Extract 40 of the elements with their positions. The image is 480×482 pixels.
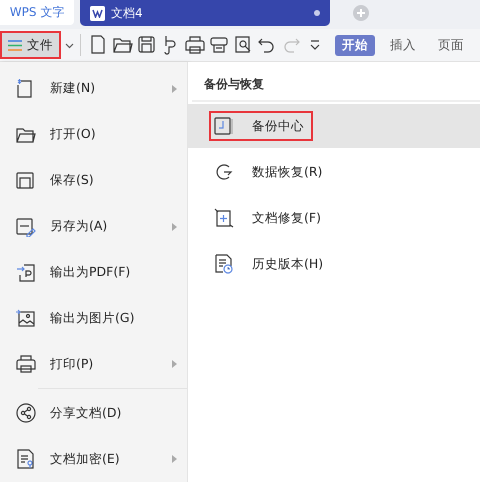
panel-item[interactable]: 文档修复(F) <box>188 196 480 240</box>
document-logo-icon <box>90 6 105 20</box>
menu-item[interactable]: 另存为(A) <box>0 204 187 250</box>
caret-icon[interactable] <box>65 43 74 49</box>
export-pdf-icon <box>16 262 36 282</box>
document-key-icon <box>16 449 36 470</box>
save-icon[interactable] <box>137 35 157 55</box>
save-icon <box>16 170 36 191</box>
menu-item[interactable]: 打开(O) <box>0 112 187 158</box>
print-preview-icon[interactable] <box>233 35 253 55</box>
recover-icon <box>214 162 234 182</box>
export-image-icon <box>16 308 36 328</box>
panel-item[interactable]: 数据恢复(R) <box>188 150 480 194</box>
menu-item[interactable]: 保存(S) <box>0 158 187 204</box>
menu-item[interactable]: 输出为图片(G) <box>0 295 187 342</box>
document-repair-icon <box>214 208 234 228</box>
menu-item[interactable]: 分享文档(D) <box>0 390 187 436</box>
ribbon-tab[interactable]: 插入 <box>383 34 423 56</box>
menu-item[interactable]: 输出为PDF(F) <box>0 250 187 296</box>
panel-item[interactable]: 备份中心 <box>188 104 480 148</box>
save-as-icon <box>16 216 36 237</box>
document-tab[interactable]: 文档4 <box>80 0 330 26</box>
menu-item[interactable]: 新建(N) <box>0 66 187 112</box>
section-title: 备份与恢复 <box>192 62 480 102</box>
print-tray-icon[interactable] <box>209 35 229 55</box>
printer-icon[interactable] <box>185 35 205 55</box>
highlight-frame: 备份中心 <box>214 116 308 136</box>
history-clock-icon <box>214 254 234 274</box>
backup-icon <box>214 116 234 136</box>
menu-item[interactable]: 文档加密(E) <box>0 436 187 482</box>
share-icon <box>16 403 36 424</box>
app-tab[interactable]: WPS 文字 <box>0 0 74 25</box>
file-menu-button[interactable]: 文件 <box>2 33 59 57</box>
printer-icon <box>16 354 36 374</box>
menu-item[interactable]: 打印(P) <box>0 341 187 388</box>
unsaved-dot-icon <box>314 10 320 16</box>
menu-icon <box>8 40 22 50</box>
panel-item[interactable]: 历史版本(H) <box>188 242 480 286</box>
ribbon-tab[interactable]: 开始 <box>335 34 375 56</box>
ribbon-tab[interactable]: 页面 <box>431 34 471 56</box>
